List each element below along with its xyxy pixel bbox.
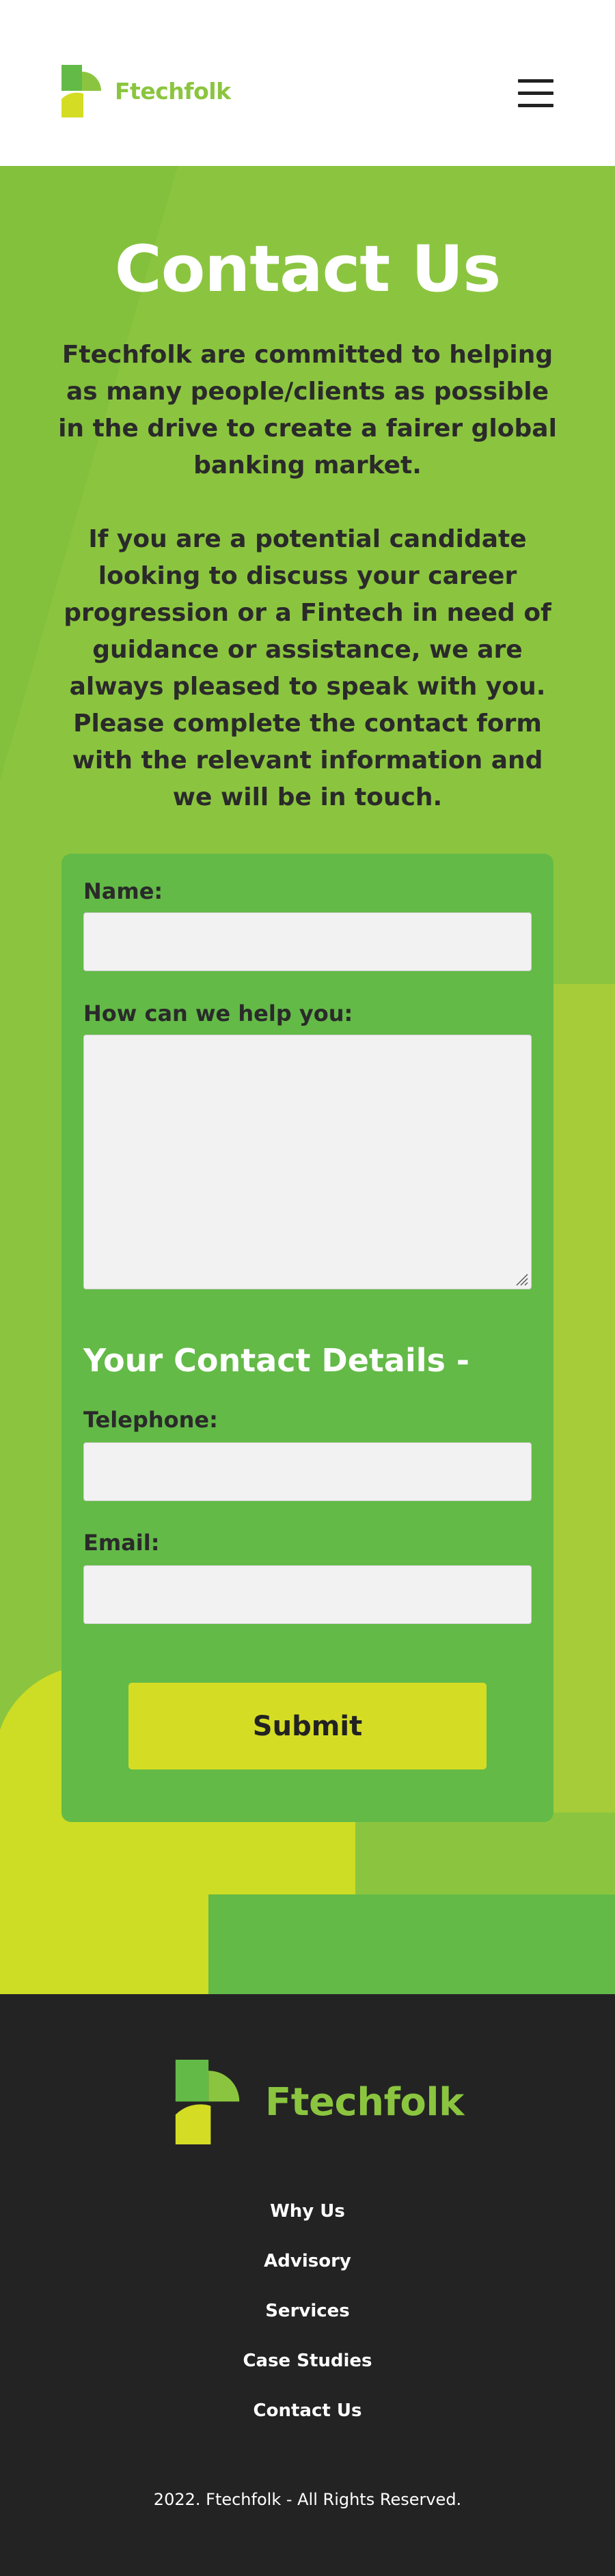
- footer-link-contact-us[interactable]: Contact Us: [0, 2393, 615, 2443]
- contact-details-heading: Your Contact Details -: [83, 1342, 469, 1379]
- resize-grip-icon[interactable]: [514, 1272, 529, 1287]
- footer-link-advisory[interactable]: Advisory: [0, 2243, 615, 2293]
- footer-brand-name: Ftechfolk: [265, 2080, 464, 2125]
- footer-nav: Why Us Advisory Services Case Studies Co…: [0, 2194, 615, 2443]
- brand-name: Ftechfolk: [115, 78, 231, 104]
- email-input[interactable]: [84, 1566, 531, 1623]
- copyright-text: 2022. Ftechfolk - All Rights Reserved.: [153, 2490, 462, 2509]
- help-textarea[interactable]: [84, 1035, 531, 1289]
- submit-button[interactable]: Submit: [128, 1683, 487, 1769]
- help-label: How can we help you:: [83, 1000, 353, 1026]
- footer-logo[interactable]: Ftechfolk: [169, 2060, 464, 2144]
- site-footer: Ftechfolk Why Us Advisory Services Case …: [0, 1994, 615, 2576]
- ftechfolk-logo-icon: [62, 65, 101, 117]
- telephone-input[interactable]: [84, 1443, 531, 1500]
- intro-paragraph-1: Ftechfolk are committed to helping as ma…: [58, 341, 557, 479]
- name-field-box: [83, 912, 532, 971]
- site-header: Ftechfolk: [0, 0, 615, 166]
- ftechfolk-logo-icon: [175, 2060, 240, 2144]
- telephone-field-box: [83, 1442, 532, 1501]
- help-field-box: [83, 1035, 532, 1289]
- telephone-label: Telephone:: [83, 1407, 218, 1433]
- footer-link-services[interactable]: Services: [0, 2293, 615, 2343]
- footer-link-case-studies[interactable]: Case Studies: [0, 2343, 615, 2393]
- name-input[interactable]: [84, 913, 531, 970]
- name-label: Name:: [83, 878, 163, 904]
- header-logo[interactable]: Ftechfolk: [62, 65, 231, 117]
- contact-section: Contact Us Ftechfolk are committed to he…: [0, 166, 615, 1994]
- footer-link-why-us[interactable]: Why Us: [0, 2194, 615, 2243]
- email-field-box: [83, 1565, 532, 1624]
- intro-paragraph-2: If you are a potential candidate looking…: [64, 525, 551, 701]
- page-title: Contact Us: [114, 232, 502, 307]
- hamburger-menu-icon[interactable]: [518, 79, 554, 108]
- intro-paragraph-3: Please complete the contact form with th…: [72, 710, 543, 811]
- contact-form: Name: How can we help you: Your Contact …: [62, 854, 554, 1822]
- email-label: Email:: [83, 1530, 160, 1556]
